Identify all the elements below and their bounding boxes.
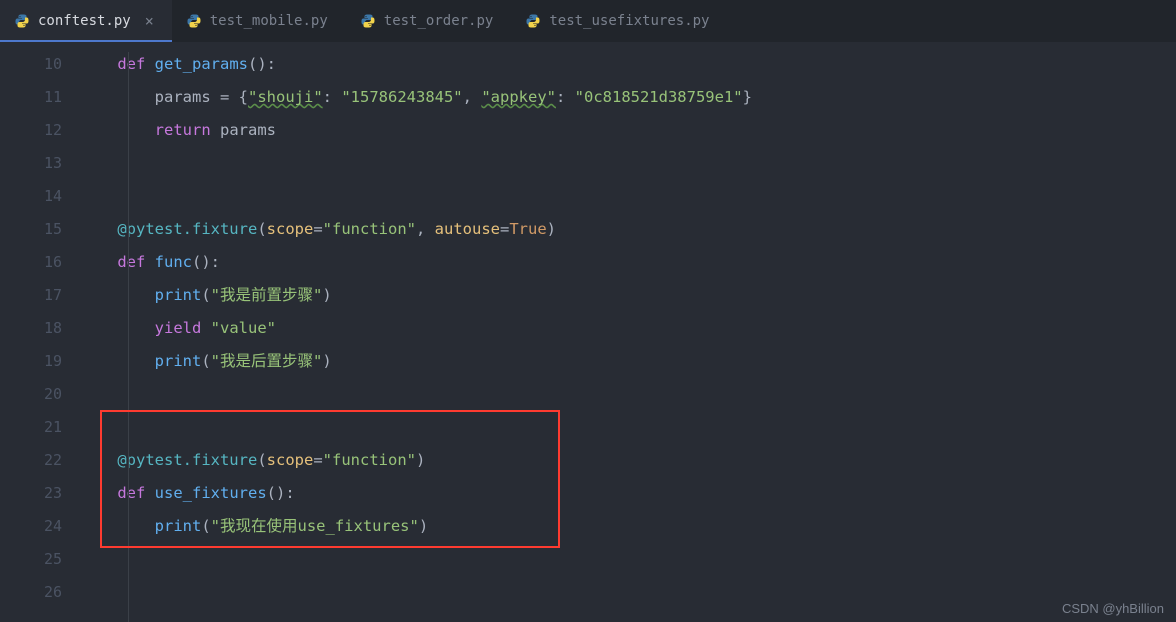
code-line [80,378,1176,411]
tab-conftest[interactable]: conftest.py × [0,0,172,42]
line-number: 24 [0,510,80,543]
line-number: 26 [0,576,80,609]
line-number: 14 [0,180,80,213]
code-area[interactable]: def get_params(): params = {"shouji": "1… [80,42,1176,622]
line-number: 15 [0,213,80,246]
code-line: def func(): [80,246,1176,279]
code-line: print("我是后置步骤") [80,345,1176,378]
line-number: 17 [0,279,80,312]
tab-test-order[interactable]: test_order.py [346,0,512,42]
code-line [80,411,1176,444]
line-number: 18 [0,312,80,345]
python-file-icon [525,13,541,29]
line-number: 25 [0,543,80,576]
tab-label: test_order.py [384,13,494,29]
code-line [80,543,1176,576]
line-number: 16 [0,246,80,279]
code-line: print("我现在使用use_fixtures") [80,510,1176,543]
line-number: 20 [0,378,80,411]
tab-test-usefixtures[interactable]: test_usefixtures.py [511,0,727,42]
line-number: 22 [0,444,80,477]
code-line: @pytest.fixture(scope="function") [80,444,1176,477]
code-line [80,576,1176,609]
tab-bar: conftest.py × test_mobile.py test_order.… [0,0,1176,42]
line-number: 21 [0,411,80,444]
line-number: 23 [0,477,80,510]
code-line: def get_params(): [80,48,1176,81]
indent-guide [128,52,129,622]
code-line: return params [80,114,1176,147]
line-number: 10 [0,48,80,81]
code-line: def use_fixtures(): [80,477,1176,510]
code-line [80,147,1176,180]
code-line [80,180,1176,213]
watermark: CSDN @yhBillion [1062,601,1164,616]
python-file-icon [14,13,30,29]
line-number: 19 [0,345,80,378]
python-file-icon [186,13,202,29]
code-editor[interactable]: 1011121314151617181920212223242526 def g… [0,42,1176,622]
code-line: params = {"shouji": "15786243845", "appk… [80,81,1176,114]
line-gutter: 1011121314151617181920212223242526 [0,42,80,622]
tab-label: test_mobile.py [210,13,328,29]
python-file-icon [360,13,376,29]
close-icon[interactable]: × [145,12,154,30]
code-line: yield "value" [80,312,1176,345]
code-line: @pytest.fixture(scope="function", autous… [80,213,1176,246]
code-line: print("我是前置步骤") [80,279,1176,312]
tab-label: conftest.py [38,13,131,29]
tab-test-mobile[interactable]: test_mobile.py [172,0,346,42]
line-number: 12 [0,114,80,147]
line-number: 13 [0,147,80,180]
line-number: 11 [0,81,80,114]
tab-label: test_usefixtures.py [549,13,709,29]
